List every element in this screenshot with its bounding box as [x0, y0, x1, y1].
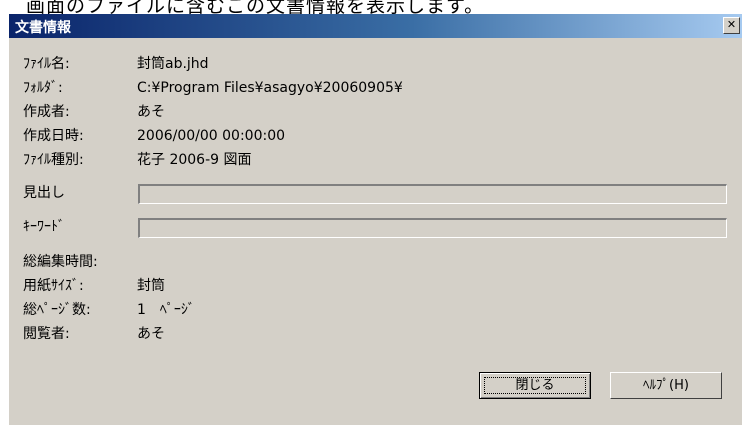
author-label: 作成者: [23, 104, 70, 120]
viewer-row: 閲覧者: あそ [9, 322, 742, 346]
edit-time-row: 総編集時間: [9, 250, 742, 274]
caption-strip: 画面のファイルに含むこの文書情報を表示します。 [0, 0, 742, 14]
title-bar[interactable]: 文書情報 ✕ [9, 14, 742, 38]
filename-row: ﾌｧｲﾙ名: 封筒ab.jhd [9, 52, 742, 76]
close-button[interactable]: 閉じる [479, 372, 591, 399]
heading-input[interactable] [138, 184, 727, 204]
page-count-value: 1 ﾍﾟｰｼﾞ [137, 302, 195, 318]
author-row: 作成者: あそ [9, 100, 742, 124]
screenshot: 画面のファイルに含むこの文書情報を表示します。 文書情報 ✕ ﾌｧｲﾙ名: 封筒… [0, 0, 742, 425]
created-row: 作成日時: 2006/00/00 00:00:00 [9, 124, 742, 148]
paper-size-value: 封筒 [137, 278, 165, 294]
paper-size-label: 用紙ｻｲｽﾞ: [23, 278, 84, 294]
folder-value: C:¥Program Files¥asagyo¥20060905¥ [137, 80, 403, 96]
heading-row: 見出し [9, 181, 742, 205]
keyword-label: ｷｰﾜｰﾄﾞ [23, 219, 65, 235]
dialog-title: 文書情報 [15, 20, 71, 36]
filename-value: 封筒ab.jhd [137, 56, 209, 72]
caption-text: 画面のファイルに含むこの文書情報を表示します。 [26, 0, 485, 14]
created-value: 2006/00/00 00:00:00 [137, 128, 286, 144]
folder-row: ﾌｫﾙﾀﾞ: C:¥Program Files¥asagyo¥20060905¥ [9, 76, 742, 100]
keyword-row: ｷｰﾜｰﾄﾞ [9, 215, 742, 239]
filename-label: ﾌｧｲﾙ名: [23, 56, 70, 72]
help-button[interactable]: ﾍﾙﾌﾟ(H) [610, 372, 722, 399]
heading-label: 見出し [23, 185, 65, 201]
help-button-label: ﾍﾙﾌﾟ(H) [643, 378, 689, 393]
page-count-label: 総ﾍﾟｰｼﾞ数: [23, 302, 91, 318]
viewer-value: あそ [137, 326, 165, 342]
close-button-label: 閉じる [515, 378, 555, 393]
paper-size-row: 用紙ｻｲｽﾞ: 封筒 [9, 274, 742, 298]
filetype-row: ﾌｧｲﾙ種別: 花子 2006-9 図面 [9, 148, 742, 172]
viewer-label: 閲覧者: [23, 326, 70, 342]
folder-label: ﾌｫﾙﾀﾞ: [23, 80, 63, 96]
filetype-value: 花子 2006-9 図面 [137, 152, 252, 168]
author-value: あそ [137, 104, 165, 120]
close-icon[interactable]: ✕ [723, 17, 740, 34]
created-label: 作成日時: [23, 128, 84, 144]
page-count-row: 総ﾍﾟｰｼﾞ数: 1 ﾍﾟｰｼﾞ [9, 298, 742, 322]
keyword-input[interactable] [138, 218, 727, 238]
edit-time-label: 総編集時間: [23, 254, 98, 270]
filetype-label: ﾌｧｲﾙ種別: [23, 152, 84, 168]
document-info-dialog: 文書情報 ✕ ﾌｧｲﾙ名: 封筒ab.jhd ﾌｫﾙﾀﾞ: C:¥Program… [9, 14, 742, 425]
